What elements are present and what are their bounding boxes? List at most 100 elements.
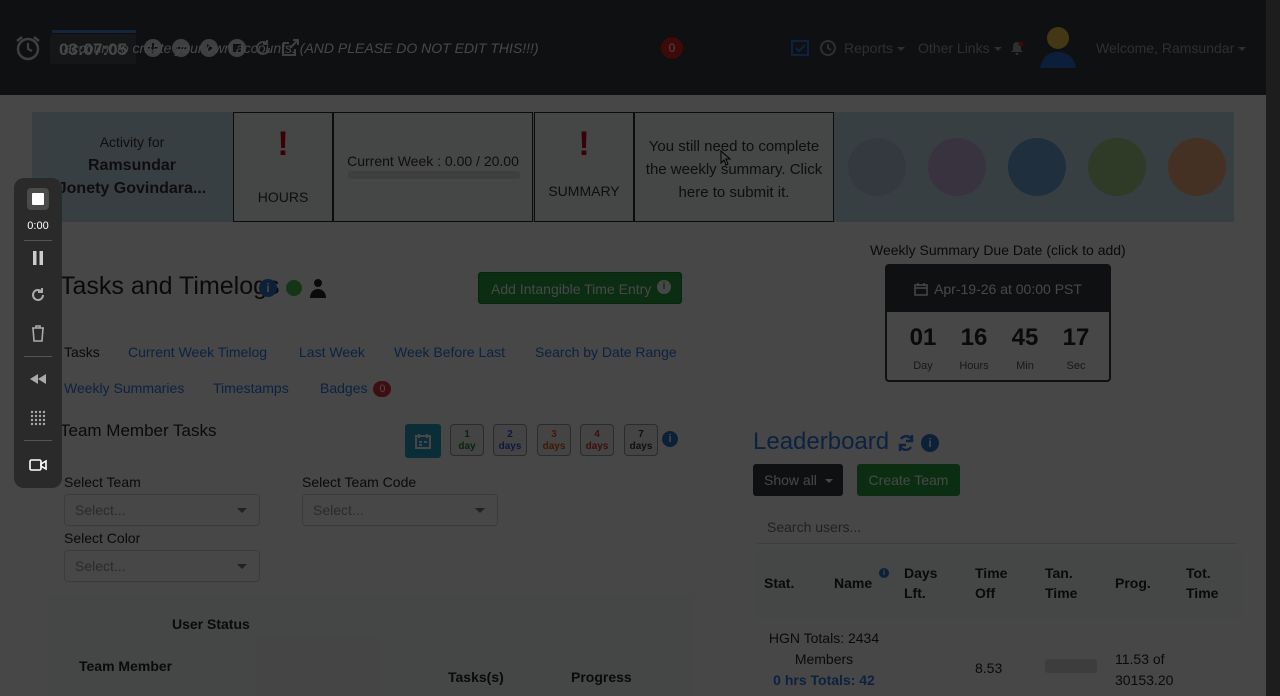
stop-icon [27,188,49,210]
progress-total: 11.53 of 30153.20 [1115,649,1173,691]
info-icon[interactable]: i [657,280,671,294]
hours-caption: HOURS [257,189,309,205]
nav-other-links[interactable]: Other Links [918,40,1002,56]
filter-button[interactable] [405,424,441,458]
countdown-seconds: 17 [1062,324,1090,351]
recorder-stop-button[interactable] [14,188,62,215]
col-team-member: Team Member [79,658,173,674]
avatar[interactable] [1038,24,1078,68]
timelog-icon[interactable] [790,38,810,58]
select-color-placeholder: Select... [75,558,126,574]
nav-welcome-user[interactable]: Welcome, Ramsundar [1096,40,1247,56]
current-week-progress: Current Week : 0.00 / 20.00 [333,112,533,222]
countdown-days: 01 [909,324,937,351]
tab-last-week[interactable]: Last Week [299,344,365,360]
timer-progress-bar [52,30,136,33]
countdown-card: Apr-19-26 at 00:00 PST 01 Day 16 Hours 4… [885,264,1111,382]
vertical-scrollbar[interactable] [1266,0,1280,696]
countdown-date: Apr-19-26 at 00:00 PST [887,266,1109,312]
badge-icon-5[interactable] [1168,138,1226,196]
day-filter-3[interactable]: 3 days [537,424,571,456]
chevron-down-icon [824,479,833,484]
tab-current-week-timelog[interactable]: Current Week Timelog [128,344,267,360]
info-icon[interactable]: i [662,431,678,447]
select-team-code-dropdown[interactable]: Select... [302,494,498,526]
chevron-down-icon [1238,47,1247,52]
status-dot-icon [286,280,302,296]
tangible-time-placeholder [1045,659,1097,673]
screen-recorder-toolbar: 0:00 [14,178,62,488]
countdown-seconds-unit: Sec [1066,360,1086,372]
badge-icon-1[interactable] [848,138,906,196]
leaderboard-title: Leaderboard [753,428,890,455]
day-filter-4[interactable]: 4 days [580,424,614,456]
countdown-days-unit: Day [913,360,933,372]
countdown-hours: 16 [960,324,988,351]
col-tasks: Tasks(s) [448,669,504,685]
mouse-cursor-icon [720,150,732,166]
nav-reports[interactable]: Reports [844,40,906,56]
recorder-divider [24,356,52,357]
tab-weekly-summaries[interactable]: Weekly Summaries [64,380,184,396]
alarm-clock-icon[interactable] [14,34,42,62]
day-filter-1[interactable]: 1 day [450,424,484,456]
summary-alert[interactable]: ! SUMMARY [534,112,634,222]
time-off-total: 8.53 [975,660,1003,676]
tab-badges-label: Badges [320,380,368,396]
rewind-icon [30,374,46,384]
col-tan-time-line2: Time [1045,585,1078,601]
create-team-button[interactable]: Create Team [857,464,960,496]
tab-timestamps[interactable]: Timestamps [213,380,289,396]
nav-reports-label: Reports [844,40,894,56]
recorder-restart-button[interactable] [14,286,62,309]
chevron-down-icon [897,47,906,52]
col-progress: Progress [571,669,632,685]
select-color-dropdown[interactable]: Select... [64,550,260,582]
tab-search-by-date-range[interactable]: Search by Date Range [535,344,677,360]
nav-notification-count[interactable]: 0 [661,37,683,59]
day-filter-7-num: 7 [638,429,644,440]
tab-tasks[interactable]: Tasks [64,344,100,360]
col-tan-time: Tan. Time [1045,563,1077,603]
day-filter-7[interactable]: 7 days [624,424,658,456]
col-name[interactable]: Name [834,573,872,593]
recorder-camera-button[interactable] [14,458,62,477]
info-icon[interactable]: i [921,434,939,452]
recorder-grid-button[interactable] [14,410,62,431]
activity-name-line2: Jonety Govindara... [57,180,207,197]
day-filter-7-unit: days [629,441,653,452]
search-users-input[interactable] [757,510,1237,544]
show-all-dropdown[interactable]: Show all [753,464,843,496]
progress-total-line2: 30153.20 [1115,672,1174,688]
info-icon[interactable]: i [259,279,277,297]
info-icon[interactable]: i [879,568,889,578]
badge-icon-2[interactable] [928,138,986,196]
history-icon[interactable] [818,38,838,58]
weekly-summary-due-label[interactable]: Weekly Summary Due Date (click to add) [870,242,1126,258]
chevron-down-icon [237,508,247,513]
select-team-dropdown[interactable]: Select... [64,494,260,526]
hours-alert[interactable]: ! HOURS [233,112,333,222]
col-days-left-line1: Days [904,565,938,581]
badge-icon-4[interactable] [1088,138,1146,196]
bell-icon[interactable] [1010,41,1024,55]
day-filter-2[interactable]: 2 days [493,424,527,456]
select-team-label: Select Team [64,474,141,490]
badge-icon-3[interactable] [1008,138,1066,196]
tab-week-before-last[interactable]: Week Before Last [394,344,505,360]
add-intangible-time-button[interactable]: Add Intangible Time Entry [478,272,682,304]
weekly-summary-reminder[interactable]: You still need to complete the weekly su… [634,112,834,222]
select-color-label: Select Color [64,530,141,546]
recorder-pause-button[interactable] [14,250,62,271]
select-team-code-placeholder: Select... [313,502,364,518]
team-member-tasks-title: Team Member Tasks [60,421,217,440]
recorder-rewind-button[interactable] [14,372,62,390]
recorder-delete-button[interactable] [14,324,62,347]
add-intangible-label: Add Intangible Time Entry [491,281,652,297]
tab-badges[interactable]: Badges 0 [320,380,392,398]
grid-dots-icon [30,410,46,426]
refresh-icon[interactable] [896,433,916,453]
user-icon[interactable] [310,278,326,298]
chevron-down-icon [993,47,1002,52]
col-tot-time: Tot. Time [1186,563,1218,603]
